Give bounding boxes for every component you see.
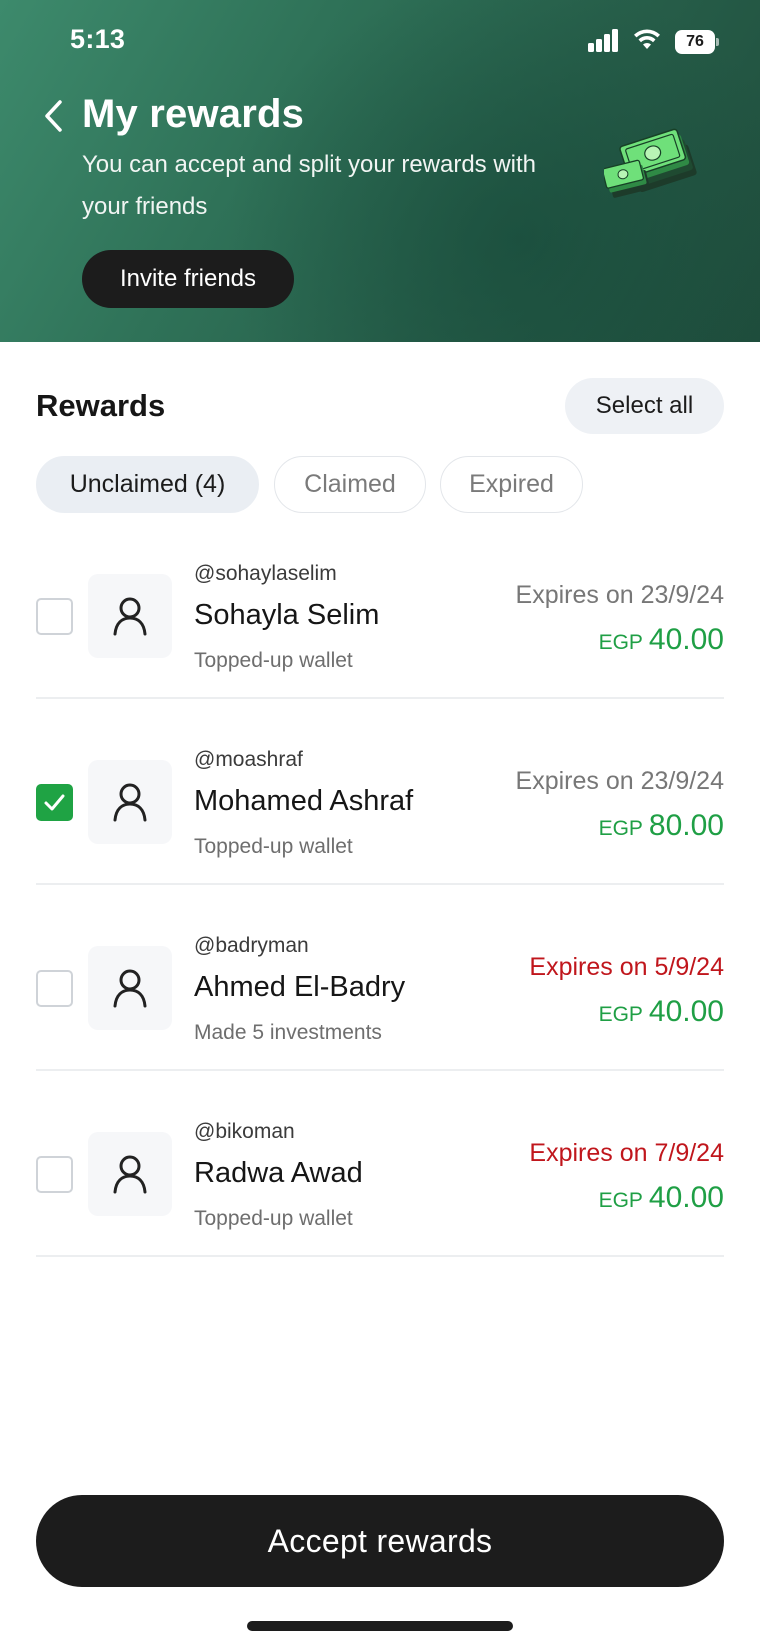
- row-divider: [36, 697, 724, 699]
- avatar: [88, 1132, 172, 1216]
- money-stack-icon: [604, 128, 697, 198]
- reward-name: Sohayla Selim: [194, 599, 380, 631]
- reward-reason: Topped-up wallet: [194, 1207, 353, 1230]
- reward-amount: EGP 40.00: [599, 1181, 724, 1215]
- rewards-header: 5:13 76 My rewards You can accept and sp…: [0, 0, 760, 342]
- select-all-button[interactable]: Select all: [565, 378, 724, 434]
- reward-name: Radwa Awad: [194, 1157, 363, 1189]
- rewards-section-title: Rewards: [36, 388, 166, 423]
- page-title: My rewards: [82, 92, 305, 136]
- reward-checkbox[interactable]: [36, 784, 73, 821]
- reward-handle: @bikoman: [194, 1120, 295, 1143]
- accept-rewards-button[interactable]: Accept rewards: [36, 1495, 724, 1587]
- reward-name: Ahmed El-Badry: [194, 971, 406, 1003]
- reward-expiry: Expires on 5/9/24: [529, 953, 724, 981]
- reward-checkbox[interactable]: [36, 598, 73, 635]
- user-icon: [113, 1155, 147, 1194]
- avatar: [88, 760, 172, 844]
- reward-currency: EGP: [598, 817, 643, 840]
- cellular-signal-icon: [588, 28, 620, 52]
- battery-level: 76: [675, 30, 715, 54]
- reward-value: 40.00: [648, 623, 724, 656]
- avatar: [88, 946, 172, 1030]
- invite-friends-button[interactable]: Invite friends: [82, 250, 294, 308]
- reward-checkbox[interactable]: [36, 1156, 73, 1193]
- user-icon: [113, 597, 147, 636]
- battery-icon: 76: [675, 30, 719, 54]
- reward-name: Mohamed Ashraf: [194, 785, 414, 817]
- row-divider: [36, 883, 724, 885]
- reward-reason: Made 5 investments: [194, 1021, 382, 1044]
- reward-expiry: Expires on 23/9/24: [515, 767, 724, 795]
- wifi-icon: [634, 29, 660, 49]
- reward-handle: @badryman: [194, 934, 309, 957]
- reward-reason: Topped-up wallet: [194, 835, 353, 858]
- back-chevron-icon[interactable]: [40, 96, 70, 136]
- reward-handle: @sohaylaselim: [194, 562, 337, 585]
- reward-currency: EGP: [598, 1003, 643, 1026]
- reward-handle: @moashraf: [194, 748, 303, 771]
- tab-expired[interactable]: Expired: [440, 456, 583, 513]
- reward-row[interactable]: @moashraf Mohamed Ashraf Topped-up walle…: [0, 716, 760, 902]
- status-bar: 5:13 76: [0, 0, 760, 84]
- reward-amount: EGP 80.00: [599, 809, 724, 843]
- reward-amount: EGP 40.00: [599, 995, 724, 1029]
- reward-row[interactable]: @badryman Ahmed El-Badry Made 5 investme…: [0, 902, 760, 1088]
- row-divider: [36, 1069, 724, 1071]
- reward-value: 40.00: [648, 1181, 724, 1214]
- reward-currency: EGP: [598, 631, 643, 654]
- home-indicator[interactable]: [247, 1621, 513, 1631]
- reward-amount: EGP 40.00: [599, 623, 724, 657]
- avatar: [88, 574, 172, 658]
- tab-claimed[interactable]: Claimed: [274, 456, 426, 513]
- header-subtitle: You can accept and split your rewards wi…: [82, 151, 537, 220]
- reward-expiry: Expires on 23/9/24: [515, 581, 724, 609]
- user-icon: [113, 783, 147, 822]
- reward-value: 40.00: [648, 995, 724, 1028]
- reward-currency: EGP: [598, 1189, 643, 1212]
- status-time: 5:13: [70, 24, 126, 54]
- reward-checkbox[interactable]: [36, 970, 73, 1007]
- reward-expiry: Expires on 7/9/24: [529, 1139, 724, 1167]
- check-icon: [44, 794, 65, 811]
- row-divider: [36, 1255, 724, 1257]
- reward-row[interactable]: @sohaylaselim Sohayla Selim Topped-up wa…: [0, 530, 760, 716]
- reward-row[interactable]: @bikoman Radwa Awad Topped-up wallet Exp…: [0, 1088, 760, 1274]
- reward-value: 80.00: [648, 809, 724, 842]
- tab-unclaimed[interactable]: Unclaimed (4): [36, 456, 259, 513]
- user-icon: [113, 969, 147, 1008]
- reward-reason: Topped-up wallet: [194, 649, 353, 672]
